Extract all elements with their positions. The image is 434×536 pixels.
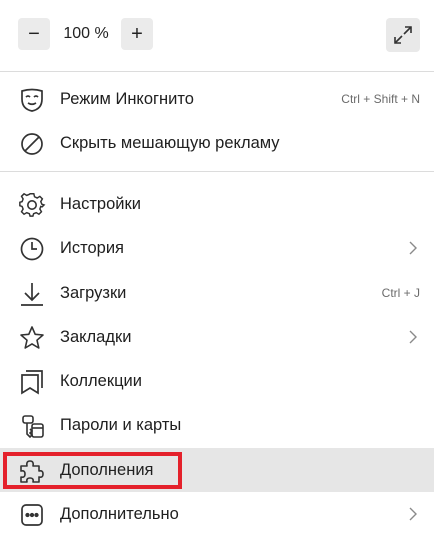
zoom-bar: − 100 % + [0,0,434,70]
key-card-icon [18,412,46,440]
menu-item-label: Настройки [60,195,141,213]
menu-item-collections[interactable]: Коллекции [0,359,434,403]
menu-item-label: История [60,239,124,257]
menu-item-label: Пароли и карты [60,416,182,434]
menu-item-label: Закладки [60,328,132,346]
menu-item-label: Режим Инкогнито [60,90,194,108]
gear-icon [18,191,46,219]
menu-item-label: Коллекции [60,372,142,390]
menu-item-incognito[interactable]: Режим Инкогнито Ctrl + Shift + N [0,77,434,121]
zoom-in-label: + [131,23,143,45]
more-dots-icon [18,501,46,529]
zoom-out-label: − [28,23,40,45]
highlight-annotation-frame [3,452,182,489]
zoom-level: 100 % [63,25,109,42]
clock-icon [18,235,46,263]
menu-item-passwords[interactable]: Пароли и карты [0,403,434,447]
menu-item-bookmarks[interactable]: Закладки [0,315,434,359]
download-icon [18,280,46,308]
menu-item-settings[interactable]: Настройки [0,182,434,226]
menu-divider [0,71,434,72]
menu-item-downloads[interactable]: Загрузки Ctrl + J [0,271,434,315]
chevron-right-icon [404,505,422,523]
menu-item-history[interactable]: История [0,226,434,270]
zoom-out-button[interactable]: − [18,18,50,50]
chevron-right-icon [404,239,422,257]
shortcut-hint: Ctrl + Shift + N [341,92,420,106]
star-icon [18,324,46,352]
menu-divider [0,171,434,172]
incognito-mask-icon [18,86,46,114]
zoom-in-button[interactable]: + [121,18,153,50]
shortcut-hint: Ctrl + J [381,286,420,300]
menu-item-more[interactable]: Дополнительно [0,492,434,536]
menu-item-label: Дополнительно [60,505,179,523]
block-circle-icon [18,130,46,158]
fullscreen-button[interactable] [386,18,420,52]
menu-item-block-ads[interactable]: Скрыть мешающую рекламу [0,121,434,165]
collections-icon [18,368,46,396]
menu-item-label: Скрыть мешающую рекламу [60,134,280,152]
menu-item-label: Загрузки [60,284,127,302]
expand-arrows-icon [394,26,412,44]
chevron-right-icon [404,328,422,346]
